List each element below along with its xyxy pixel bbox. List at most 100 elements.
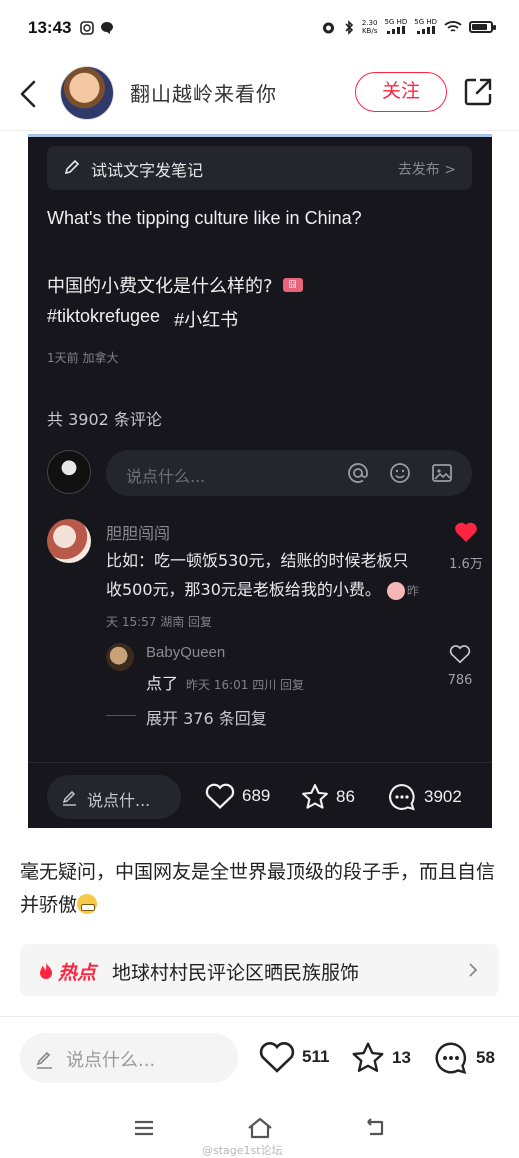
comment-bubble-icon bbox=[435, 1042, 467, 1074]
alarm-icon bbox=[322, 22, 334, 33]
back-nav-icon[interactable] bbox=[364, 1116, 388, 1140]
emoji-icon bbox=[390, 463, 410, 483]
flame-icon bbox=[40, 962, 52, 979]
hashtag: #小红书 bbox=[174, 310, 239, 330]
at-icon bbox=[348, 463, 368, 483]
image-like-count: 689 bbox=[242, 786, 271, 805]
network-speed: 2.30 KB/s bbox=[361, 19, 378, 35]
post-image[interactable]: 试试文字发笔记 去发布 > What's the tipping culture… bbox=[28, 134, 492, 828]
signal-bars-icon bbox=[416, 26, 435, 34]
question-chinese: 中国的小费文化是什么样的? 囧 bbox=[47, 272, 303, 298]
reply-text: 点了 bbox=[146, 674, 179, 693]
comment-button[interactable]: 58 bbox=[432, 1040, 495, 1076]
comment-count-bottom: 58 bbox=[476, 1048, 495, 1067]
comment-placeholder: 说点什么... bbox=[126, 467, 206, 486]
signal-5g-2: 5G HD bbox=[414, 18, 437, 36]
share-icon bbox=[464, 78, 492, 106]
pencil-icon bbox=[36, 1051, 52, 1069]
reply-avatar bbox=[106, 643, 134, 671]
app-notification-icon bbox=[80, 21, 94, 35]
image-comment-input: 说点什... bbox=[47, 775, 181, 819]
header-divider bbox=[0, 130, 519, 131]
image-comment-count: 3902 bbox=[424, 787, 462, 806]
comment-input: 说点什么... bbox=[106, 450, 472, 496]
image-bottom-divider bbox=[28, 762, 492, 763]
status-notification-icons bbox=[80, 21, 114, 35]
comment-like: 1.6万 bbox=[446, 521, 486, 572]
message-bubble-icon bbox=[101, 22, 113, 34]
comment-like-count: 1.6万 bbox=[449, 557, 483, 572]
question-english: What's the tipping culture like in China… bbox=[47, 208, 362, 228]
reply-body: 点了 昨天 16:01 四川 回复 bbox=[146, 670, 304, 694]
comment-field[interactable]: 说点什么... bbox=[20, 1033, 238, 1083]
grimace-emoji-icon bbox=[77, 894, 98, 914]
hot-topic-bar[interactable]: 热点 地球村村民评论区晒民族服饰 bbox=[20, 944, 499, 996]
comment-count: 共 3902 条评论 bbox=[47, 410, 162, 429]
watermark: @stage1st论坛 bbox=[202, 1144, 283, 1157]
pencil-icon bbox=[62, 790, 76, 806]
emoji-badge: 囧 bbox=[282, 278, 303, 292]
post-meta: 1天前 加拿大 bbox=[47, 351, 119, 365]
hot-topic: 地球村村民评论区晒民族服饰 bbox=[112, 962, 360, 984]
comment-body: 比如：吃一顿饭530元，结账的时候老板只收500元，那30元是老板给我的小费。昨… bbox=[106, 546, 424, 637]
menu-icon[interactable] bbox=[132, 1116, 156, 1140]
hot-label: 热点 bbox=[58, 962, 97, 984]
comment-text: 比如：吃一顿饭530元，结账的时候老板只收500元，那30元是老板给我的小费。 bbox=[106, 551, 409, 599]
cry-emoji-icon bbox=[386, 581, 405, 600]
comment-bubble-icon bbox=[389, 784, 415, 811]
heart-outline-icon bbox=[259, 1042, 295, 1073]
image-star-stat: 86 bbox=[300, 782, 355, 812]
share-button[interactable] bbox=[462, 76, 494, 108]
collect-count: 13 bbox=[392, 1048, 411, 1067]
wifi-icon bbox=[444, 21, 462, 32]
like-button[interactable]: 511 bbox=[258, 1040, 329, 1074]
status-right-icons: 2.30 KB/s 5G HD 5G HD bbox=[321, 18, 496, 36]
signal-bars-icon bbox=[386, 26, 405, 34]
image-comment-placeholder: 说点什... bbox=[87, 791, 151, 810]
try-text-note-bar: 试试文字发笔记 去发布 > bbox=[47, 146, 472, 190]
signal-5g-1: 5G HD bbox=[384, 18, 407, 36]
comment-avatar bbox=[47, 519, 91, 563]
bottom-divider bbox=[0, 1016, 519, 1017]
heart-filled-icon bbox=[455, 522, 477, 542]
author-avatar[interactable] bbox=[60, 66, 114, 120]
reply-like-count: 786 bbox=[447, 673, 473, 688]
heart-outline-icon bbox=[449, 645, 471, 664]
status-bar: 13:43 2.30 KB/s 5G HD 5G HD bbox=[0, 0, 519, 58]
post-header: 翻山越岭来看你 关注 bbox=[0, 58, 519, 130]
battery-icon bbox=[469, 21, 496, 33]
expand-divider bbox=[106, 715, 136, 716]
author-name[interactable]: 翻山越岭来看你 bbox=[130, 78, 277, 107]
home-icon[interactable] bbox=[246, 1116, 274, 1140]
star-outline-icon bbox=[352, 1042, 384, 1072]
image-comment-stat: 3902 bbox=[386, 782, 462, 812]
collect-button[interactable]: 13 bbox=[350, 1040, 411, 1076]
try-go-label: 去发布 > bbox=[397, 162, 456, 178]
reply-meta: 昨天 16:01 四川 回复 bbox=[186, 678, 305, 692]
comment-input-icons bbox=[346, 461, 454, 485]
comment-author: 胆胆闯闯 bbox=[106, 524, 171, 543]
status-time: 13:43 bbox=[28, 18, 72, 37]
comment-field-placeholder: 说点什么... bbox=[66, 1050, 156, 1071]
like-count: 511 bbox=[302, 1047, 330, 1066]
try-text-label: 试试文字发笔记 bbox=[91, 161, 204, 180]
expand-replies: 展开 376 条回复 bbox=[146, 709, 267, 728]
question-chinese-text: 中国的小费文化是什么样的? bbox=[47, 276, 273, 297]
chevron-right-icon bbox=[469, 963, 478, 977]
pencil-icon bbox=[64, 159, 80, 175]
image-star-count: 86 bbox=[336, 787, 355, 806]
post-body: 毫无疑问，中国网友是全世界最顶级的段子手，而且自信并骄傲 bbox=[20, 856, 502, 922]
my-avatar bbox=[47, 450, 91, 494]
hashtag: #tiktokrefugee bbox=[47, 306, 161, 326]
follow-button[interactable]: 关注 bbox=[355, 72, 447, 112]
reply-author: BabyQueen bbox=[146, 644, 226, 661]
back-arrow-icon bbox=[20, 80, 36, 108]
image-icon bbox=[432, 464, 452, 482]
image-top-border bbox=[28, 134, 492, 137]
bluetooth-icon bbox=[345, 19, 354, 35]
image-like-stat: 689 bbox=[204, 782, 270, 810]
star-outline-icon bbox=[302, 784, 328, 809]
hashtags: #tiktokrefugee #小红书 bbox=[47, 306, 238, 332]
heart-outline-icon bbox=[205, 783, 235, 810]
back-button[interactable] bbox=[14, 74, 46, 114]
